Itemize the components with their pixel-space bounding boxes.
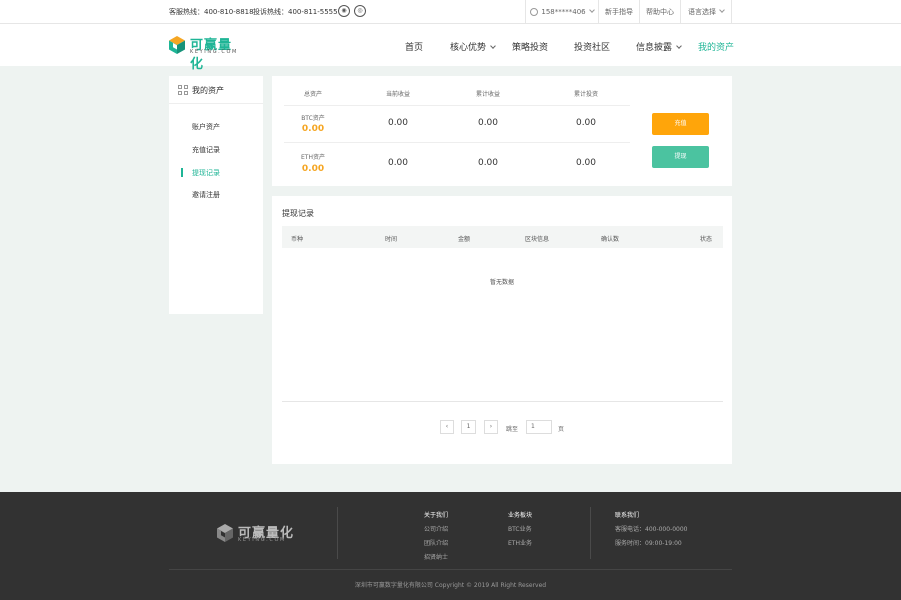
weibo-icon[interactable]: ◉ — [338, 5, 350, 17]
user-account-menu[interactable]: 158*****406 — [525, 0, 598, 24]
footer-rule — [169, 569, 732, 570]
footer-divider — [590, 507, 591, 559]
column-header-total: 总资产 — [303, 91, 322, 98]
sidebar-title: 我的资产 — [192, 86, 224, 95]
nav-core-advantages[interactable]: 核心优势 — [450, 40, 496, 53]
row-divider — [284, 105, 630, 106]
prev-page-button[interactable]: ‹ — [440, 420, 454, 434]
footer-logo: 可赢量化 KEYING.COM — [216, 522, 296, 546]
btc-asset-label: BTC资产 — [301, 115, 325, 122]
eth-asset-label: ETH资产 — [301, 154, 325, 161]
footer-contact-title: 联系我们 — [615, 512, 640, 519]
chevron-down-icon — [676, 43, 682, 49]
btc-current-value: 0.00 — [387, 118, 409, 128]
column-header-current: 当前收益 — [385, 91, 410, 98]
nav-home[interactable]: 首页 — [405, 40, 423, 53]
btc-cumulative-value: 0.00 — [477, 118, 499, 128]
column-header-status: 状态 — [700, 236, 713, 243]
eth-cumulative-value: 0.00 — [477, 158, 499, 168]
table-divider — [282, 401, 723, 402]
logo-cube-icon — [217, 524, 233, 542]
column-header-block-info: 区块信息 — [525, 236, 550, 243]
eth-current-value: 0.00 — [387, 158, 409, 168]
nav-strategy-investment[interactable]: 策略投资 — [512, 40, 548, 53]
logo-cube-icon — [169, 36, 185, 54]
sidebar-item-deposit-records[interactable]: 充值记录 — [192, 145, 220, 155]
btc-total-value: 0.00 — [301, 124, 325, 134]
active-indicator — [181, 168, 183, 177]
goto-page-input[interactable]: 1 — [526, 420, 552, 434]
footer-contact-hours: 服务时间：09:00-19:00 — [615, 540, 682, 547]
brand-sub: KEYING.COM — [190, 49, 238, 55]
column-header-amount: 金额 — [458, 236, 471, 243]
records-title: 提现记录 — [282, 209, 314, 218]
guide-link[interactable]: 新手指导 — [598, 0, 639, 24]
nav-my-assets[interactable]: 我的资产 — [698, 40, 734, 53]
chevron-down-icon — [490, 43, 496, 49]
eth-total-value: 0.00 — [301, 164, 325, 174]
nav-core-advantages-label: 核心优势 — [450, 43, 487, 53]
guide-label: 新手指导 — [605, 8, 633, 16]
goto-label: 跳至 — [506, 426, 519, 433]
footer-link-eth[interactable]: ETH业务 — [508, 538, 532, 547]
sidebar-item-withdraw-records[interactable]: 提现记录 — [192, 168, 220, 178]
footer-divider — [337, 507, 338, 559]
footer-link-btc[interactable]: BTC业务 — [508, 524, 532, 533]
footer-brand-sub: KEYING.COM — [238, 537, 286, 543]
language-select[interactable]: 语言选择 — [680, 0, 732, 24]
site-logo[interactable]: 可赢量化 KEYING.COM — [168, 34, 244, 72]
sidebar-header: 我的资产 — [169, 76, 263, 104]
nav-disclosure[interactable]: 信息披露 — [636, 40, 682, 53]
user-phone: 158*****406 — [541, 8, 586, 16]
chevron-down-icon — [588, 7, 595, 13]
withdraw-records-panel: 提现记录 币种 时间 金额 区块信息 确认数 状态 暂无数据 ‹ 1 › 跳至 … — [272, 196, 732, 464]
main-header: 可赢量化 KEYING.COM 首页 核心优势 策略投资 投资社区 信息披露 我… — [0, 24, 901, 72]
user-icon — [530, 8, 539, 16]
top-bar: 客服热线：400-810-8818 投诉热线：400-811-5555 ◉ ◎ … — [0, 0, 901, 24]
column-header-invested: 累计投资 — [573, 91, 598, 98]
grid-icon — [178, 85, 188, 95]
empty-state-text: 暂无数据 — [489, 279, 514, 286]
help-link[interactable]: 帮助中心 — [639, 0, 680, 24]
footer-link-team[interactable]: 团队介绍 — [424, 538, 448, 547]
complaint-hotline: 投诉热线：400-811-5555 — [253, 8, 338, 16]
deposit-button[interactable]: 充值 — [652, 113, 709, 135]
footer: 可赢量化 KEYING.COM 关于我们 公司介绍 团队介绍 招贤纳士 业务板块… — [0, 492, 901, 600]
footer-link-company[interactable]: 公司介绍 — [424, 524, 448, 533]
sidebar-item-account-assets[interactable]: 账户资产 — [192, 122, 220, 132]
column-header-time: 时间 — [385, 236, 398, 243]
copyright-text: 深圳市可赢数字量化有限公司 Copyright © 2019 All Right… — [354, 582, 547, 589]
page-number-button[interactable]: 1 — [461, 420, 476, 434]
footer-contact-phone: 客服电话：400-000-0000 — [615, 526, 688, 533]
records-table-header: 币种 时间 金额 区块信息 确认数 状态 — [282, 226, 723, 248]
footer-business-title: 业务板块 — [508, 512, 533, 519]
withdraw-button[interactable]: 提现 — [652, 146, 709, 168]
language-label: 语言选择 — [688, 8, 716, 16]
footer-about-title: 关于我们 — [424, 512, 449, 519]
next-page-button[interactable]: › — [484, 420, 498, 434]
column-header-cumulative: 累计收益 — [475, 91, 500, 98]
btc-invested-value: 0.00 — [575, 118, 597, 128]
wechat-icon[interactable]: ◎ — [354, 5, 366, 17]
nav-investment-community[interactable]: 投资社区 — [574, 40, 610, 53]
footer-link-careers[interactable]: 招贤纳士 — [424, 552, 448, 561]
row-divider — [284, 142, 630, 143]
sidebar-item-invite-register[interactable]: 邀请注册 — [192, 190, 220, 200]
help-label: 帮助中心 — [646, 8, 674, 16]
page-unit-label: 页 — [558, 426, 565, 433]
nav-disclosure-label: 信息披露 — [636, 43, 673, 53]
service-hotline: 客服热线：400-810-8818 — [169, 8, 254, 16]
column-header-currency: 币种 — [291, 236, 304, 243]
asset-summary-panel: 总资产 当前收益 累计收益 累计投资 BTC资产 0.00 0.00 0.00 … — [272, 76, 732, 186]
chevron-down-icon — [719, 7, 725, 13]
eth-invested-value: 0.00 — [575, 158, 597, 168]
column-header-confirmations: 确认数 — [601, 236, 620, 243]
